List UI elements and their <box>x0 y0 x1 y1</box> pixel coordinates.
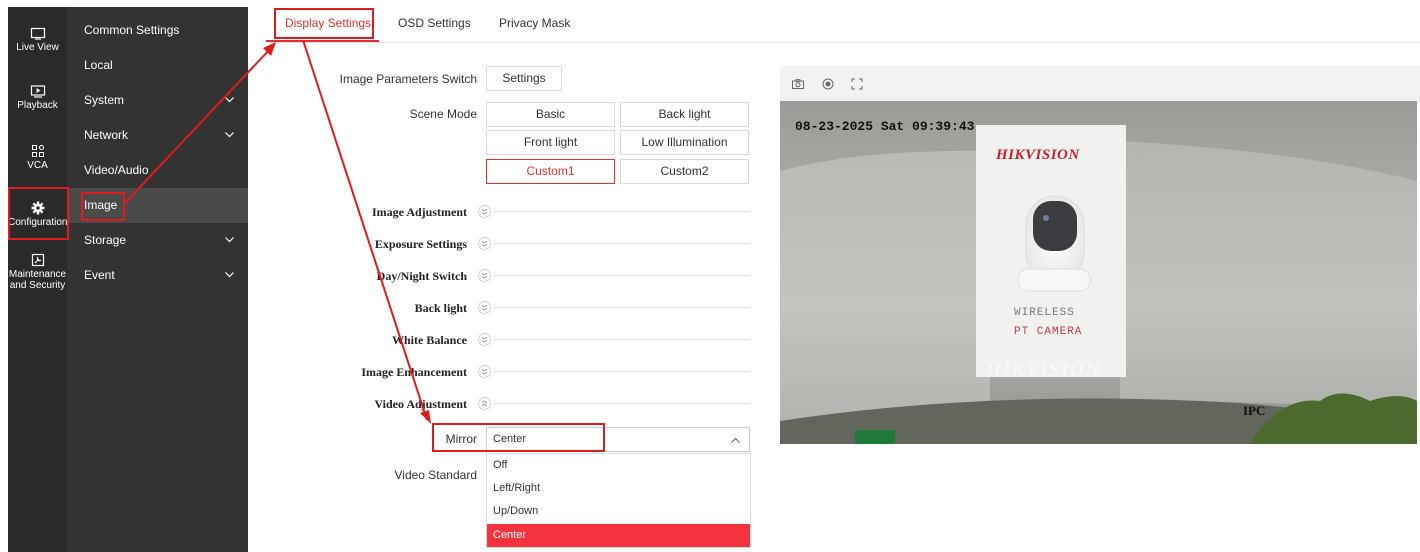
arrowhead-mirror <box>420 410 431 424</box>
annotation-arrow-image-to-tab <box>124 47 272 204</box>
annotation-arrows <box>124 39 431 424</box>
annotation-arrow-tab-to-mirror <box>302 39 428 421</box>
